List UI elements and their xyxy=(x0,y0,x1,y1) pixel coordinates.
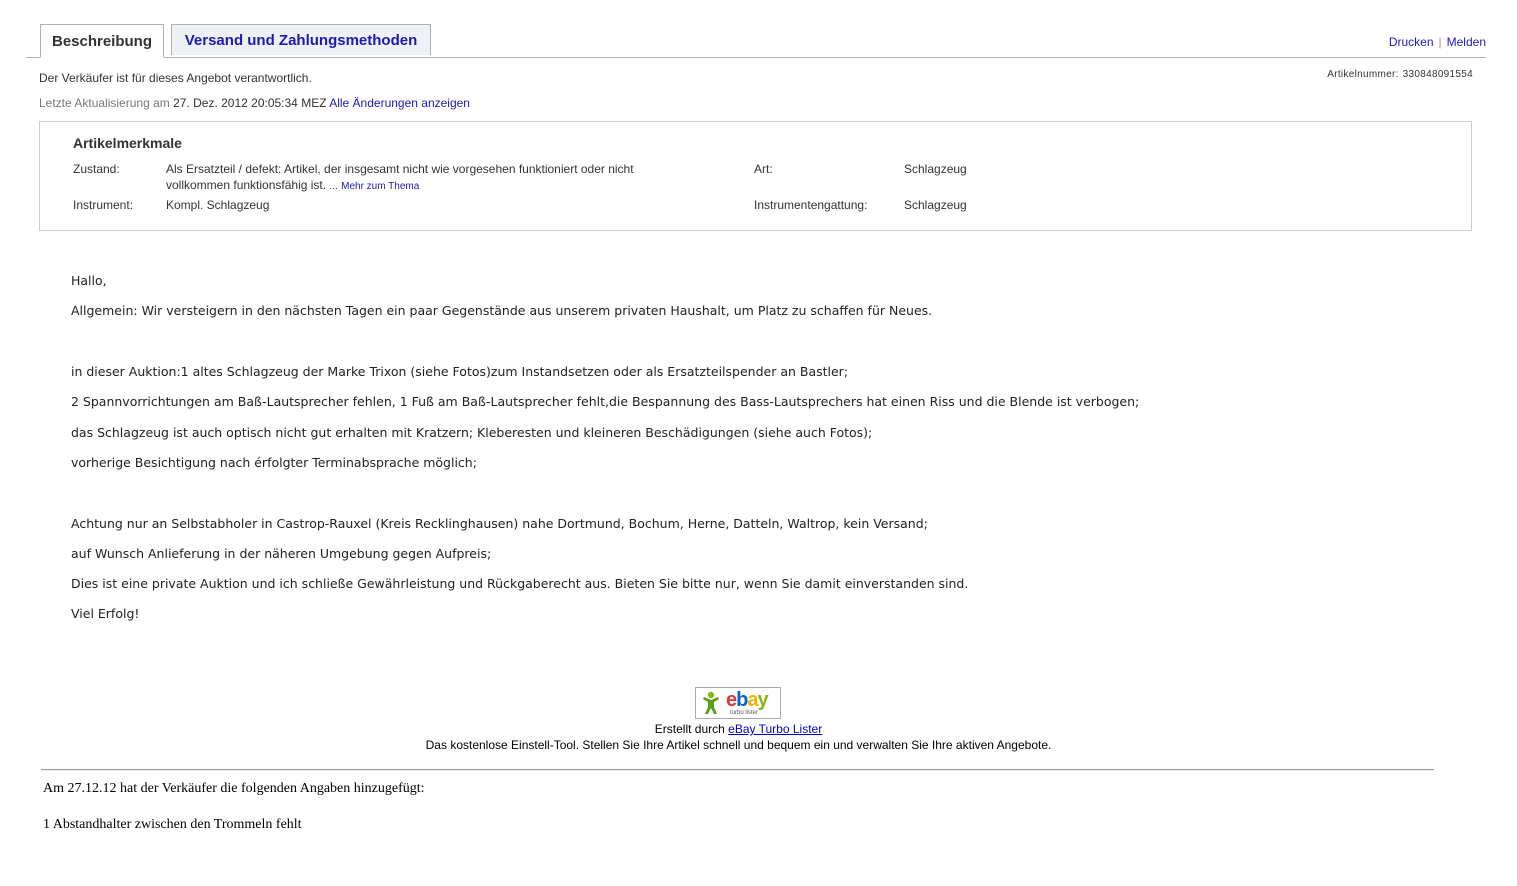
description-paragraph: in dieser Auktion:1 altes Schlagzeug der… xyxy=(71,364,849,379)
turbo-lister-figure-icon xyxy=(703,691,719,714)
show-all-changes-link[interactable]: Alle Änderungen anzeigen xyxy=(329,96,470,110)
type-value: Schlagzeug xyxy=(904,162,967,176)
more-about-topic-link[interactable]: Mehr zum Thema xyxy=(341,181,419,192)
instrument-label: Instrument: xyxy=(73,198,134,212)
description-paragraph: vorherige Besichtigung nach érfolgter Te… xyxy=(71,455,477,470)
instrument-category-label: Instrumentengattung: xyxy=(754,198,868,212)
created-by-label: Erstellt durch xyxy=(654,722,725,736)
condition-value-line1: Als Ersatzteil / defekt: Artikel, der in… xyxy=(166,162,634,176)
instrument-category-value: Schlagzeug xyxy=(904,198,967,212)
addendum-header: Am 27.12.12 hat der Verkäufer die folgen… xyxy=(43,781,425,796)
description-paragraph: das Schlagzeug ist auch optisch nicht gu… xyxy=(71,425,873,440)
turbo-lister-tagline: Das kostenlose Einstell-Tool. Stellen Si… xyxy=(425,738,1052,752)
addendum-text: 1 Abstandhalter zwischen den Trommeln fe… xyxy=(43,817,302,832)
turbo-lister-link[interactable]: eBay Turbo Lister xyxy=(728,722,822,736)
description-paragraph: auf Wunsch Anlieferung in der näheren Um… xyxy=(71,546,492,561)
type-label: Art: xyxy=(754,162,773,176)
turbo-lister-logo-subtext: turbo lister xyxy=(730,710,759,716)
tab-description[interactable]: Beschreibung xyxy=(40,24,164,58)
description-paragraph: Viel Erfolg! xyxy=(71,606,140,621)
report-link[interactable]: Melden xyxy=(1447,35,1486,49)
top-links: Drucken | Melden xyxy=(1389,35,1486,49)
description-paragraph: Hallo, xyxy=(71,273,107,288)
condition-value-line2: vollkommen funktionsfähig ist. ... Mehr … xyxy=(166,178,420,192)
tab-shipping-payment[interactable]: Versand und Zahlungsmethoden xyxy=(171,24,431,55)
item-specifics-title: Artikelmerkmale xyxy=(73,135,182,151)
tab-bar: Beschreibung Versand und Zahlungsmethode… xyxy=(26,23,1486,58)
divider xyxy=(41,769,1434,771)
item-number-value: 330848091554 xyxy=(1402,69,1473,80)
last-update-label: Letzte Aktualisierung am xyxy=(39,96,170,110)
condition-label: Zustand: xyxy=(73,162,120,176)
item-specifics-box: Artikelmerkmale Zustand: Als Ersatzteil … xyxy=(39,121,1472,231)
item-number-label: Artikelnummer: xyxy=(1327,69,1399,80)
item-number: Artikelnummer: 330848091554 xyxy=(1327,69,1473,80)
link-separator: | xyxy=(1438,35,1442,49)
print-link[interactable]: Drucken xyxy=(1389,35,1434,49)
description-paragraph: Allgemein: Wir versteigern in den nächst… xyxy=(71,303,933,318)
seller-responsibility-text: Der Verkäufer ist für dieses Angebot ver… xyxy=(39,71,312,85)
ebay-turbo-lister-logo[interactable]: ebay turbo lister xyxy=(695,687,781,719)
condition-ellipsis: ... xyxy=(329,181,338,192)
last-update: Letzte Aktualisierung am 27. Dez. 2012 2… xyxy=(39,96,470,110)
description-paragraph: Dies ist eine private Auktion und ich sc… xyxy=(71,576,969,591)
description-paragraph: Achtung nur an Selbstabholer in Castrop-… xyxy=(71,516,928,531)
created-by-line: Erstellt durch eBay Turbo Lister xyxy=(0,722,1477,736)
last-update-date: 27. Dez. 2012 20:05:34 MEZ xyxy=(173,96,327,110)
condition-value: Als Ersatzteil / defekt: Artikel, der in… xyxy=(166,161,634,195)
description-paragraph: 2 Spannvorrichtungen am Baß-Lautsprecher… xyxy=(71,394,1140,409)
ebay-logo-text: ebay xyxy=(726,689,769,711)
instrument-value: Kompl. Schlagzeug xyxy=(166,198,270,212)
